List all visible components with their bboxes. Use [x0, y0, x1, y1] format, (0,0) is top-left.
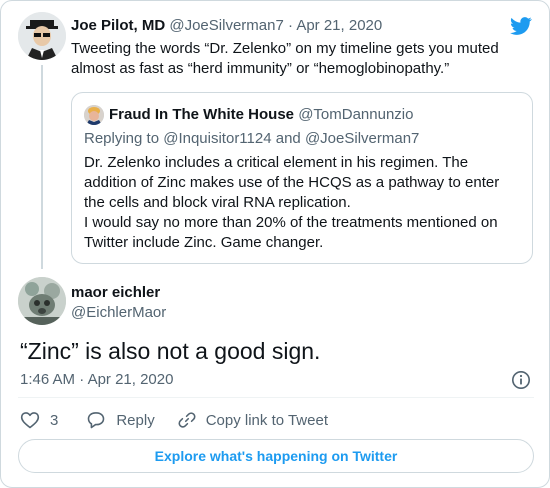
like-button[interactable]: 3: [20, 410, 86, 430]
link-icon: [178, 412, 196, 428]
parent-date-separator: ·: [287, 17, 293, 34]
reply-button[interactable]: Reply: [86, 410, 176, 430]
quoted-author-avatar: [84, 105, 104, 125]
quoted-replying-to: Replying to @Inquisitor1124 and @JoeSilv…: [84, 130, 419, 148]
speech-bubble-icon: [88, 412, 105, 429]
tweet-time: 1:46 AM: [20, 371, 76, 388]
embedded-tweet-card: Joe Pilot, MD @JoeSilverman7 · Apr 21, 2…: [0, 0, 550, 488]
parent-tweet-header: Joe Pilot, MD @JoeSilverman7 · Apr 21, 2…: [71, 17, 382, 35]
copy-link-label: Copy link to Tweet: [205, 411, 328, 429]
quoted-paragraph-2: I would say no more than 20% of the trea…: [84, 214, 498, 251]
like-count: 3: [50, 411, 59, 429]
parent-author-avatar[interactable]: [18, 12, 66, 60]
parent-author-handle[interactable]: @JoeSilverman7: [169, 17, 283, 34]
parent-tweet-text: Tweeting the words “Dr. Zelenko” on my t…: [71, 40, 499, 77]
replying-to-and: and: [275, 130, 301, 147]
actions-divider: [18, 397, 534, 398]
quoted-tweet[interactable]: Fraud In The White House @TomDannunzio R…: [71, 92, 533, 264]
explore-button-label: Explore what's happening on Twitter: [154, 448, 398, 464]
main-tweet-text: “Zinc” is also not a good sign.: [20, 338, 321, 364]
main-author-handle[interactable]: @EichlerMaor: [71, 304, 166, 322]
quoted-tweet-body: Dr. Zelenko includes a critical element …: [84, 153, 524, 253]
main-author-name[interactable]: maor eichler: [71, 284, 160, 302]
thread-connector-line: [41, 65, 43, 269]
replying-to-handle-1: @Inquisitor1124: [163, 130, 272, 147]
heart-icon: [20, 412, 40, 429]
replying-to-handle-2: @JoeSilverman7: [304, 130, 420, 147]
twitter-bird-icon[interactable]: [509, 15, 533, 37]
quoted-tweet-header: Fraud In The White House @TomDannunzio: [109, 106, 413, 124]
reply-label: Reply: [116, 411, 155, 429]
tweet-date: Apr 21, 2020: [87, 371, 174, 388]
explore-twitter-button[interactable]: Explore what's happening on Twitter: [18, 439, 534, 473]
replying-to-prefix: Replying to: [84, 130, 160, 147]
main-tweet-timestamp[interactable]: 1:46 AM · Apr 21, 2020: [20, 371, 173, 389]
parent-author-name[interactable]: Joe Pilot, MD: [71, 17, 165, 34]
main-author-avatar[interactable]: [18, 277, 66, 325]
copy-link-button[interactable]: Copy link to Tweet: [177, 410, 328, 430]
quoted-paragraph-1: Dr. Zelenko includes a critical element …: [84, 154, 500, 211]
tweet-actions-bar: 3 Reply Copy link to Tweet: [20, 410, 328, 430]
quoted-author-handle: @TomDannunzio: [298, 106, 414, 123]
quoted-author-name: Fraud In The White House: [109, 106, 295, 123]
timestamp-separator: ·: [79, 371, 85, 388]
parent-tweet-date[interactable]: Apr 21, 2020: [296, 17, 382, 34]
info-icon[interactable]: [511, 370, 531, 390]
